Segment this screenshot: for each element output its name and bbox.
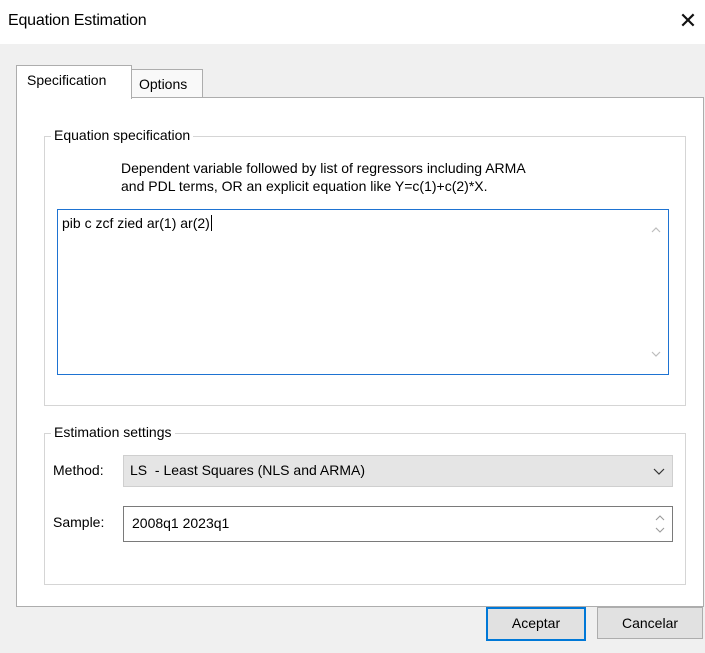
method-select-value: LS - Least Squares (NLS and ARMA) [130,462,365,478]
scroll-down-icon[interactable] [650,348,662,360]
ok-button[interactable]: Aceptar [486,607,586,641]
method-select[interactable]: LS - Least Squares (NLS and ARMA) [123,455,673,487]
close-icon[interactable]: ✕ [676,7,700,35]
equation-input-value: pib c zcf zied ar(1) ar(2) [62,215,210,231]
equation-description-line-1: Dependent variable followed by list of r… [121,160,526,176]
cancel-button[interactable]: Cancelar [597,607,703,639]
window-title: Equation Estimation [8,12,147,29]
estimation-settings-legend: Estimation settings [51,424,175,440]
equation-input[interactable]: pib c zcf zied ar(1) ar(2) [57,209,669,375]
equation-specification-group: Equation specification Dependent variabl… [44,127,686,406]
scroll-up-icon[interactable] [650,224,662,236]
specification-panel: Equation specification Dependent variabl… [16,97,704,607]
estimation-settings-group: Estimation settings Method: LS - Least S… [44,424,686,585]
chevron-down-icon [653,468,665,475]
spin-up-icon [655,515,665,521]
spin-down-icon [655,527,665,533]
tab-options-label: Options [139,76,188,92]
sample-input-value: 2008q1 2023q1 [132,515,230,531]
dialog-body: Specification Options Equation specifica… [0,44,705,653]
sample-label: Sample: [53,514,105,530]
equation-description-line-2: and PDL terms, OR an explicit equation l… [121,178,488,194]
text-caret [210,215,212,231]
spin-icon[interactable] [654,510,666,538]
equation-description: Dependent variable followed by list of r… [121,159,526,195]
equation-input-text: pib c zcf zied ar(1) ar(2) [62,215,212,231]
title-bar: Equation Estimation ✕ [0,0,705,44]
tab-specification[interactable]: Specification [16,65,132,99]
equation-specification-legend: Equation specification [51,127,194,143]
method-label: Method: [53,462,104,478]
tab-options[interactable]: Options [130,69,203,98]
sample-input[interactable]: 2008q1 2023q1 [123,506,673,542]
tab-specification-label: Specification [27,72,107,88]
